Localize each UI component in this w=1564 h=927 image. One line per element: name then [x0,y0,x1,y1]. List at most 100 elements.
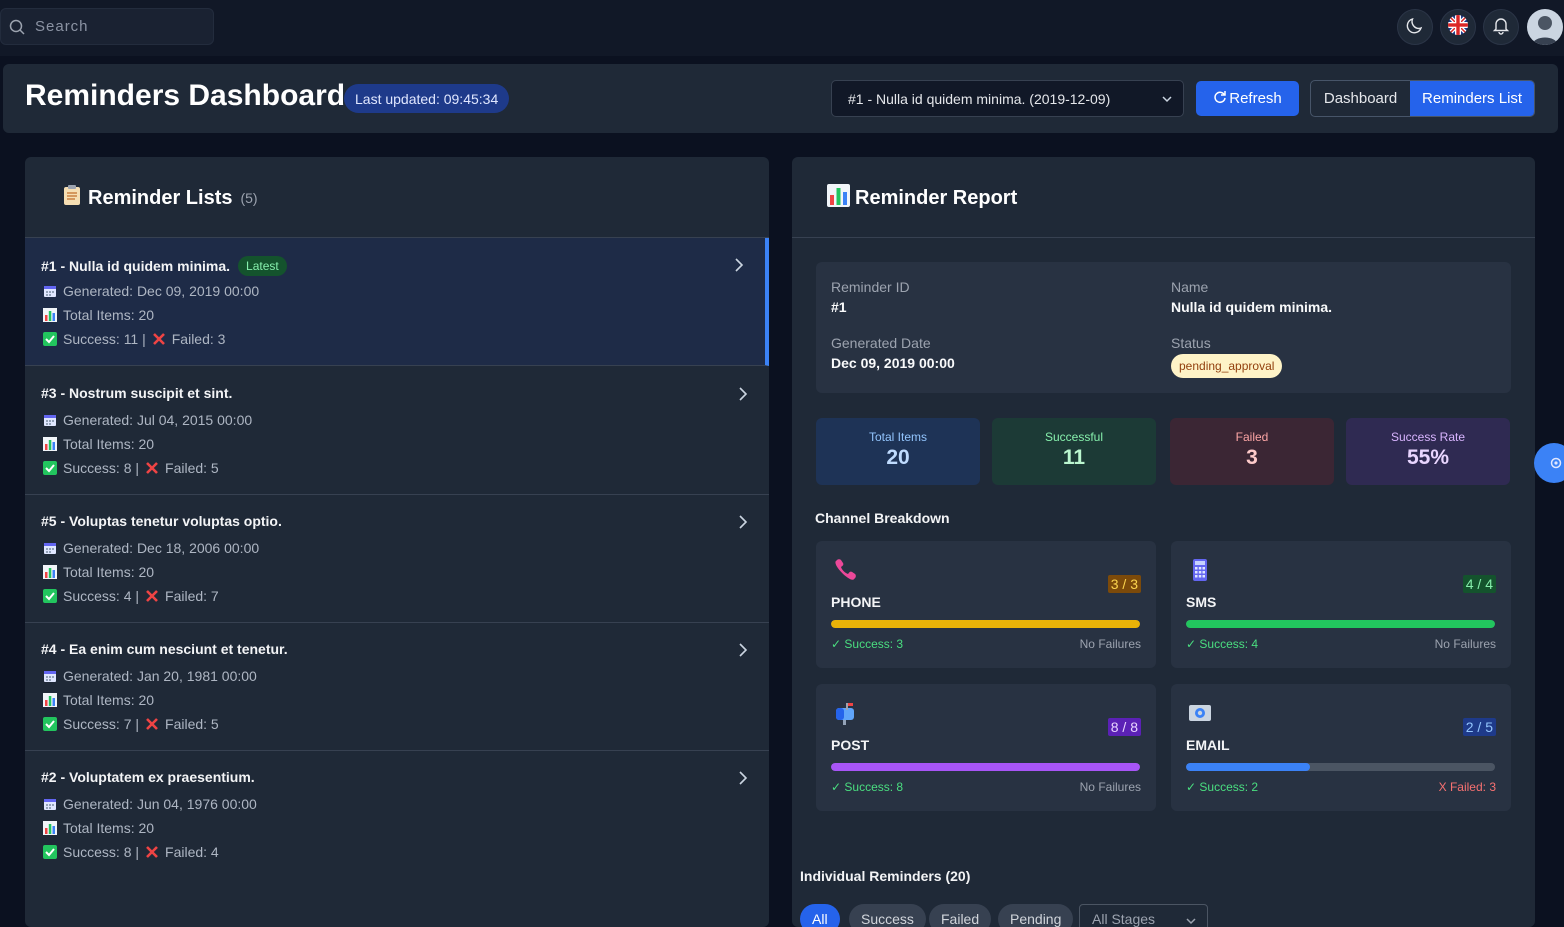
settings-floating-button[interactable] [1534,443,1564,483]
channel-progress-bar [831,620,1140,628]
filter-all[interactable]: All [800,904,840,927]
channel-ratio: 4 / 4 [1462,575,1496,593]
status-badge: pending_approval [1171,354,1283,378]
list-item-generated-row: Generated: Jan 20, 1981 00:00 [43,668,257,684]
moon-icon [1405,15,1425,40]
list-item-name: #4 - Ea enim cum nesciunt et tenetur. [41,641,288,657]
individual-reminders-title: Individual Reminders (20) [800,868,971,884]
list-item[interactable]: #1 - Nulla id quidem minima. Latest Gene… [25,238,769,366]
channel-name: EMAIL [1186,737,1230,753]
channel-ratio: 3 / 3 [1107,575,1141,593]
list-item-name: #5 - Voluptas tenetur voluptas optio. [41,513,282,529]
list-item-failed: Failed: 3 [171,331,226,347]
notifications-button[interactable] [1483,9,1519,45]
list-item-total: Total Items: 20 [63,436,155,452]
reminder-lists-count: (5) [240,190,258,206]
bar-chart-icon [43,693,57,707]
reminder-lists-header: Reminder Lists (5) [25,157,769,238]
list-item-generated: Generated: Jul 04, 2015 00:00 [63,412,253,428]
chevron-right-icon [733,258,745,277]
cross-mark-icon [145,461,159,475]
list-item-generated-row: Generated: Jun 04, 1976 00:00 [43,796,257,812]
list-item-title-row: #1 - Nulla id quidem minima. Latest [41,256,287,276]
check-mark-icon [43,589,57,603]
list-item[interactable]: #3 - Nostrum suscipit et sint. Generated… [25,367,769,495]
filter-failed[interactable]: Failed [929,904,992,927]
language-button[interactable] [1440,9,1476,45]
channel-success: ✓ Success: 8 [831,780,904,794]
list-item[interactable]: #2 - Voluptatem ex praesentium. Generate… [25,751,769,879]
list-item-failed: Failed: 5 [165,716,219,732]
stage-select[interactable]: All Stages [1079,904,1208,927]
list-item[interactable]: #4 - Ea enim cum nesciunt et tenetur. Ge… [25,623,769,751]
tab-reminders-list[interactable]: Reminders List [1410,81,1534,116]
filter-pending[interactable]: Pending [998,904,1074,927]
view-switcher: Dashboard Reminders List [1310,80,1535,117]
channel-name: PHONE [831,594,881,610]
list-item-generated: Generated: Dec 18, 2006 00:00 [63,540,260,556]
check-mark-icon [43,845,57,859]
list-item-name: #2 - Voluptatem ex praesentium. [41,769,255,785]
refresh-icon [1213,90,1227,108]
search-icon [9,19,25,35]
avatar[interactable] [1527,9,1563,45]
cross-mark-icon [145,589,159,603]
selected-list-value: #1 - Nulla id quidem minima. (2019-12-09… [848,90,1111,107]
dark-mode-toggle[interactable] [1397,9,1433,45]
email-icon [1187,700,1213,726]
uk-flag-icon [1447,14,1469,41]
list-item-generated-row: Generated: Dec 09, 2019 00:00 [43,283,259,299]
generated-date-value: Dec 09, 2019 00:00 [831,355,955,371]
bar-chart-icon [43,565,57,579]
channel-breakdown-title: Channel Breakdown [815,510,950,526]
bar-chart-icon [43,437,57,451]
list-item-total-row: Total Items: 20 [43,436,154,452]
search-box[interactable] [0,8,214,45]
list-item-results-row: Success: 7 | Failed: 5 [43,716,219,732]
calendar-icon [43,413,57,427]
page-title: Reminders Dashboard [25,79,346,112]
mailbox-icon [832,700,858,726]
stat-total-items: Total Items 20 [816,418,980,485]
stat-failed-value: 3 [1246,446,1258,469]
list-item-name: #3 - Nostrum suscipit et sint. [41,385,233,401]
bar-chart-icon [43,308,57,322]
channel-success: ✓ Success: 2 [1186,780,1259,794]
list-item-total: Total Items: 20 [63,820,155,836]
list-item-success: Success: 8 | [63,460,140,476]
channel-progress-fill [1186,620,1495,628]
bar-chart-icon [43,821,57,835]
stat-total-value: 20 [886,446,910,469]
top-bar [0,0,1564,56]
reminder-id-value: #1 [831,299,847,315]
list-item-title-row: #3 - Nostrum suscipit et sint. [41,385,232,401]
channel-name: SMS [1186,594,1217,610]
list-item[interactable]: #5 - Voluptas tenetur voluptas optio. Ge… [25,495,769,623]
clipboard-icon [62,184,82,212]
search-input[interactable] [35,18,205,35]
list-item-total-row: Total Items: 20 [43,307,154,323]
refresh-button[interactable]: Refresh [1196,81,1299,116]
stat-successful: Successful 11 [992,418,1156,485]
generated-date-label: Generated Date [831,335,931,351]
channel-card-phone: PHONE 3 / 3 ✓ Success: 3 No Failures [816,541,1156,668]
reminder-report-header: Reminder Report [792,157,1535,238]
list-item-success: Success: 4 | [63,588,140,604]
stat-failed-label: Failed [1235,430,1269,444]
channel-name: POST [831,737,870,753]
reminder-list-select[interactable]: #1 - Nulla id quidem minima. (2019-12-09… [831,80,1184,117]
bar-chart-icon [827,184,850,213]
filter-success[interactable]: Success [849,904,926,927]
list-item-failed: Failed: 7 [165,588,219,604]
list-item-failed: Failed: 4 [165,844,219,860]
chevron-right-icon [737,515,749,534]
reminder-info-card: Reminder ID #1 Name Nulla id quidem mini… [816,262,1511,393]
list-item-results-row: Success: 11 | Failed: 3 [43,331,225,347]
channel-ratio: 2 / 5 [1462,718,1496,736]
channel-ratio: 8 / 8 [1107,718,1141,736]
reminder-lists-title: Reminder Lists [88,186,233,209]
tab-dashboard[interactable]: Dashboard [1311,81,1410,116]
calendar-icon [43,541,57,555]
chevron-right-icon [737,387,749,406]
stat-success-rate: Success Rate 55% [1346,418,1510,485]
